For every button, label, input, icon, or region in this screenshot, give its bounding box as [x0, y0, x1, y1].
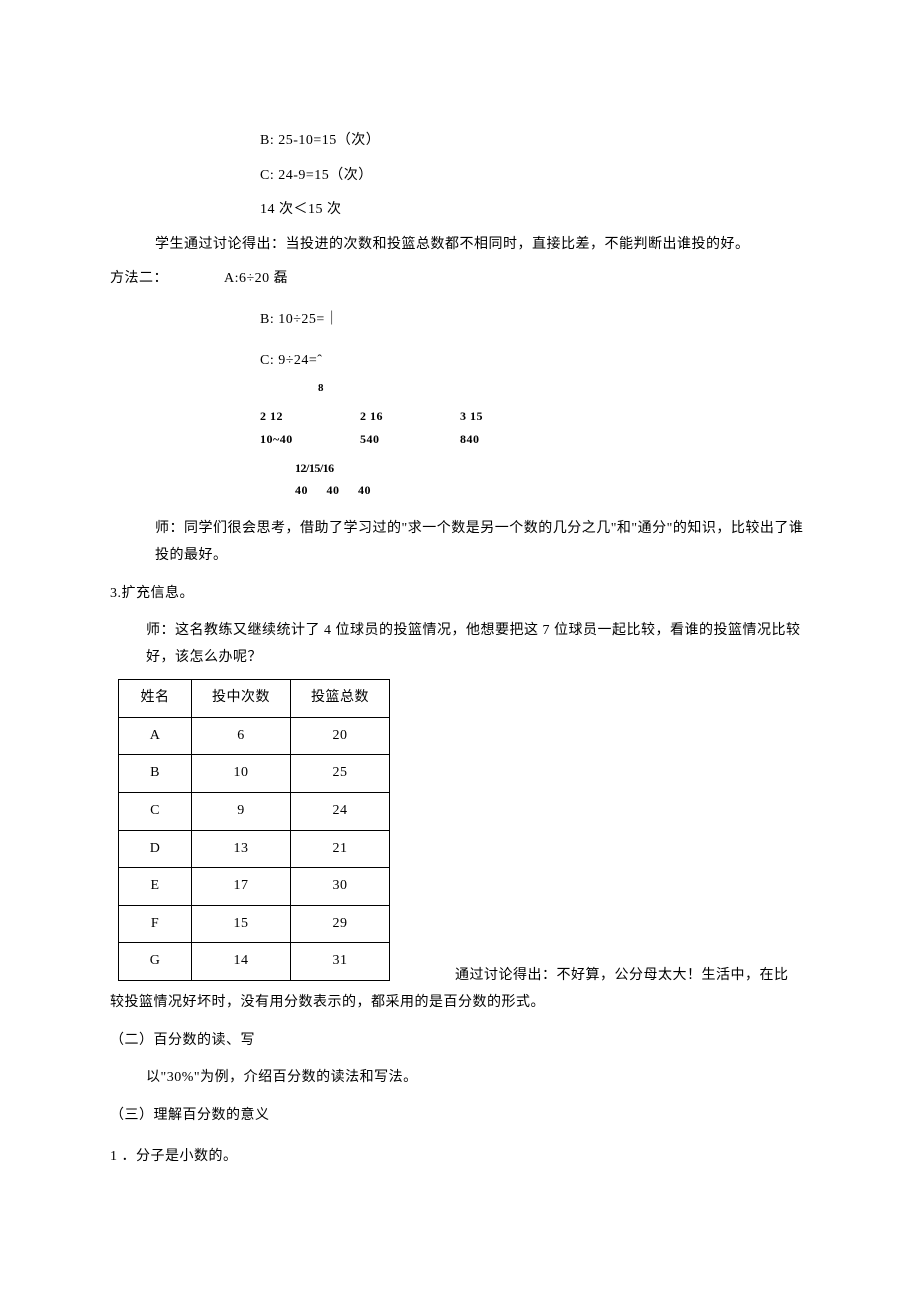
frac-bot-3: 840	[460, 428, 560, 451]
table-row: C924	[119, 792, 390, 830]
read-write-para: 以"30%"为例，介绍百分数的读法和写法。	[110, 1065, 810, 1092]
table-cell: 21	[291, 830, 390, 868]
section-read-write: （二）百分数的读、写	[110, 1028, 810, 1055]
table-header-row: 姓名 投中次数 投篮总数	[119, 680, 390, 718]
th-name: 姓名	[119, 680, 192, 718]
table-cell: 25	[291, 755, 390, 793]
frac-top-3: 3 15	[460, 405, 560, 428]
table-row: D1321	[119, 830, 390, 868]
table-cell: 29	[291, 905, 390, 943]
table-cell: 10	[192, 755, 291, 793]
eq-b: B: 25-10=15（次）	[110, 128, 810, 155]
table-cell: E	[119, 868, 192, 906]
table-cell: D	[119, 830, 192, 868]
table-row: E1730	[119, 868, 390, 906]
table-cell: 13	[192, 830, 291, 868]
method2-b: B: 10÷25=｜	[110, 307, 810, 334]
table-cell: C	[119, 792, 192, 830]
th-mid: 投中次数	[192, 680, 291, 718]
method2-heading: 方法二： A:6÷20 磊	[110, 266, 810, 293]
frac-final: 12/15/16 40 40 40	[110, 457, 810, 503]
frac-final-num: 12/15/16	[295, 457, 810, 480]
frac-bot-2: 540	[360, 428, 460, 451]
table-cell: F	[119, 905, 192, 943]
table-cell: B	[119, 755, 192, 793]
table-cell: 24	[291, 792, 390, 830]
eq-c: C: 24-9=15（次）	[110, 163, 810, 190]
frac-bot-1: 10~40	[260, 428, 360, 451]
table-cell: 20	[291, 717, 390, 755]
frac-final-den: 40 40 40	[295, 479, 810, 502]
score-table: 姓名 投中次数 投篮总数 A620B1025C924D1321E1730F152…	[118, 679, 390, 981]
frac-top-1: 2 12	[260, 405, 360, 428]
table-cell: 9	[192, 792, 291, 830]
document-page: B: 25-10=15（次） C: 24-9=15（次） 14 次＜15 次 学…	[0, 0, 920, 1301]
table-row: F1529	[119, 905, 390, 943]
table-row: B1025	[119, 755, 390, 793]
table-cell: 15	[192, 905, 291, 943]
table-body: A620B1025C924D1321E1730F1529G1431	[119, 717, 390, 980]
discussion-text: 学生通过讨论得出：当投进的次数和投篮总数都不相同时，直接比差，不能判断出谁投的好…	[110, 232, 810, 259]
table-cell: 6	[192, 717, 291, 755]
table-cell: A	[119, 717, 192, 755]
frac-sup8: 8	[110, 378, 810, 399]
frac-top-2: 2 16	[360, 405, 460, 428]
table-cell: 30	[291, 868, 390, 906]
eq-cmp: 14 次＜15 次	[110, 197, 810, 224]
section-3-heading: 3.扩充信息。	[110, 581, 810, 608]
method2-label: 方法二：	[110, 266, 168, 293]
th-total: 投篮总数	[291, 680, 390, 718]
frac-row-1: 2 12 2 16 3 15 10~40 540 840	[110, 405, 810, 451]
teacher-comment-2: 师：这名教练又继续统计了 4 位球员的投篮情况，他想要把这 7 位球员一起比较，…	[110, 618, 810, 671]
method2-c: C: 9÷24=ˆ	[110, 348, 810, 375]
table-cell: 17	[192, 868, 291, 906]
section-meaning: （三）理解百分数的意义	[110, 1103, 810, 1130]
teacher-comment-1: 师：同学们很会思考，借助了学习过的"求一个数是另一个数的几分之几"和"通分"的知…	[110, 516, 810, 569]
item-1: 1 ．分子是小数的。	[110, 1144, 810, 1171]
table-row: A620	[119, 717, 390, 755]
method2-a: A:6÷20 磊	[224, 266, 288, 293]
after-table-paragraph: 通过讨论得出：不好算，公分母太大！生活中，在比 较投篮情况好坏时，没有用分数表示…	[110, 963, 810, 1016]
